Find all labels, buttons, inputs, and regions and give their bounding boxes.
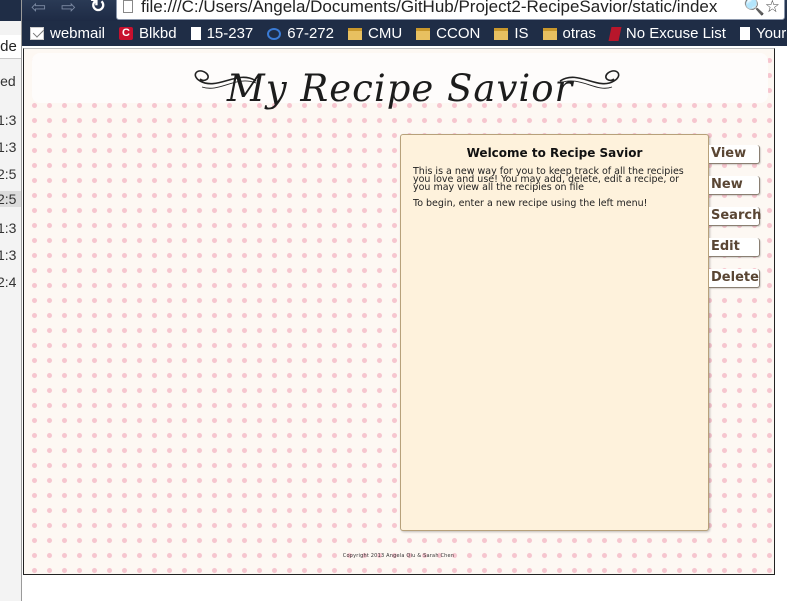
bookmark-label: No Excuse List xyxy=(625,25,726,42)
folder-icon xyxy=(416,27,431,40)
document-icon xyxy=(190,27,201,40)
background-list-item-selected: 2:5 xyxy=(0,191,21,207)
folder-icon xyxy=(348,27,362,40)
background-window: Ide ied 1:3 1:3 2:5 2:5 1:3 1:3 2:4 xyxy=(0,0,22,601)
view-button[interactable]: View xyxy=(709,145,760,164)
bookmark-label: webmail xyxy=(50,25,106,42)
mail-icon xyxy=(30,27,44,40)
background-window-header xyxy=(0,0,21,21)
bookmark-webmail[interactable]: webmail xyxy=(30,25,105,42)
right-flourish-icon xyxy=(559,70,620,89)
site-title: My Recipe Savior xyxy=(226,67,574,110)
background-list-item: ied xyxy=(0,73,16,89)
bookmark-label: 67-272 xyxy=(287,25,334,42)
bookmark-label: 15-237 xyxy=(206,25,254,42)
folder-icon xyxy=(494,27,509,40)
address-bar[interactable]: file:///C:/Users/Angela/Documents/GitHub… xyxy=(116,0,785,20)
c-logo-icon: C xyxy=(119,27,134,40)
forward-arrow-icon[interactable]: ⇨ xyxy=(61,0,76,18)
new-button[interactable]: New xyxy=(709,176,760,195)
bookmark-star-icon[interactable]: ☆ xyxy=(765,0,780,16)
bookmark-label: Blkbd xyxy=(139,25,177,42)
address-bar-icons: 🔍☆ xyxy=(741,0,780,17)
bookmark-blkbd[interactable]: C Blkbd xyxy=(119,25,177,42)
page-viewport: My Recipe Savior Welcome to Recipe Savio… xyxy=(22,46,787,601)
back-arrow-icon[interactable]: ⇦ xyxy=(31,0,46,18)
bookmark-67-272[interactable]: 67-272 xyxy=(267,25,334,42)
document-icon xyxy=(739,27,750,40)
edit-button[interactable]: Edit xyxy=(709,238,760,257)
folder-icon xyxy=(542,27,557,40)
bookmark-15-237[interactable]: 15-237 xyxy=(190,25,254,42)
background-list-item: 1:3 xyxy=(0,112,17,128)
welcome-heading: Welcome to Recipe Savior xyxy=(466,146,643,160)
title-banner: My Recipe Savior xyxy=(32,53,768,110)
recipe-app-frame: My Recipe Savior Welcome to Recipe Savio… xyxy=(23,48,775,575)
bookmark-label: CMU xyxy=(368,25,403,42)
background-list-item: 2:4 xyxy=(0,274,17,290)
bookmark-no-excuse-list[interactable]: No Excuse List xyxy=(608,25,726,42)
page-icon xyxy=(123,0,133,13)
welcome-intro-text: This is a new way for you to keep track … xyxy=(413,166,684,193)
bookmark-ccon[interactable]: CCON xyxy=(416,25,480,42)
copyright-footer: Copyright 2013 Angela Qiu & Sarah Chen xyxy=(24,553,776,559)
bookmarks-bar: webmail C Blkbd 15-237 67-272 CMU CCON IS… xyxy=(22,21,787,46)
bookmark-label: otras xyxy=(562,25,596,42)
search-icon[interactable]: 🔍 xyxy=(744,0,765,16)
reload-icon[interactable]: ↻ xyxy=(90,0,106,18)
bookmark-label: Your T xyxy=(755,25,787,42)
bookmark-your-t[interactable]: Your T xyxy=(739,25,787,42)
bookmark-is[interactable]: IS xyxy=(494,25,529,42)
background-list-item: 1:3 xyxy=(0,247,17,263)
background-list-item: 2:5 xyxy=(0,166,17,182)
delete-button[interactable]: Delete xyxy=(709,269,760,288)
browser-toolbar: ⇦ ⇨ ↻ file:///C:/Users/Angela/Documents/… xyxy=(22,0,787,21)
address-text: file:///C:/Users/Angela/Documents/GitHub… xyxy=(141,0,718,16)
background-list-item: 1:3 xyxy=(0,220,17,236)
background-list-item: 1:3 xyxy=(0,139,17,155)
welcome-panel: Welcome to Recipe Savior This is a new w… xyxy=(400,134,709,531)
background-tab-label: Ide xyxy=(0,38,17,55)
copyright-text: Copyright 2013 Angela Qiu & Sarah Chen xyxy=(342,553,455,559)
bookmark-cmu[interactable]: CMU xyxy=(348,25,402,42)
ring-icon xyxy=(267,27,282,40)
no-excuse-icon xyxy=(608,26,622,41)
background-tab[interactable]: Ide xyxy=(0,35,21,59)
welcome-instruction-text: To begin, enter a new recipe using the l… xyxy=(413,198,648,209)
bookmark-label: CCON xyxy=(436,25,481,42)
bookmark-label: IS xyxy=(514,25,529,42)
bookmark-otras[interactable]: otras xyxy=(542,25,596,42)
search-button[interactable]: Search xyxy=(709,207,761,226)
